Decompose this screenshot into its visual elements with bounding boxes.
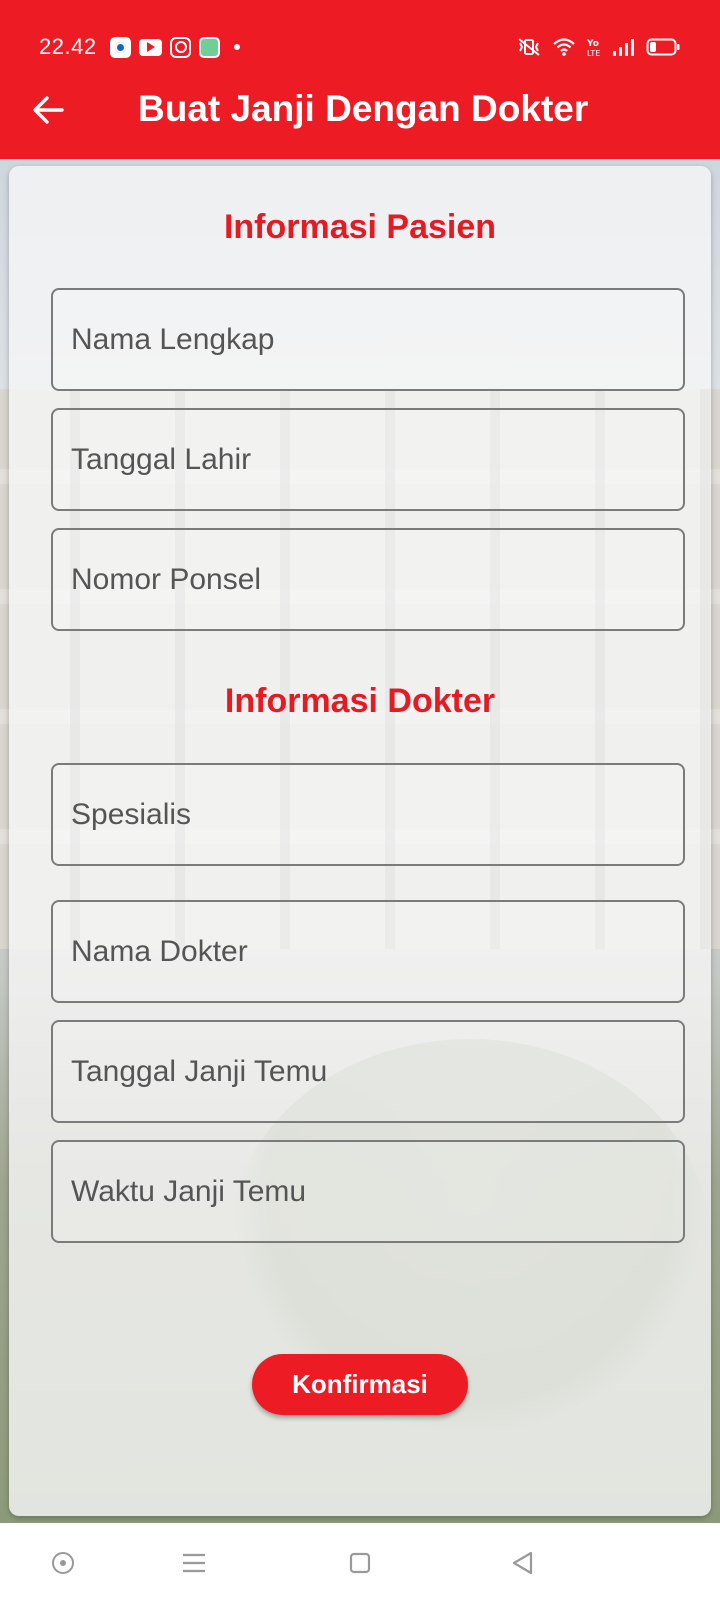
back-icon [512,1551,533,1575]
vibrate-icon [516,37,542,57]
appointment-form-card: Informasi Pasien Informasi Dokter Konfir… [9,166,711,1516]
home-icon [349,1552,371,1574]
app-bar: Buat Janji Dengan Dokter [0,80,720,159]
dot-icon [234,44,240,50]
status-bar: 22.42 Yo LTE [0,0,720,92]
doctor-section-title: Informasi Dokter [224,682,496,720]
patient-section-title: Informasi Pasien [223,208,497,246]
volte-icon: Yo LTE [586,37,602,57]
top-bar: 22.42 Yo LTE Buat Janji Dengan Dokter [0,0,720,159]
signal-icon [612,37,636,57]
svg-text:Yo: Yo [586,39,599,49]
browser-icon [110,36,131,58]
full-name-input[interactable] [51,288,685,391]
phone-input[interactable] [51,528,685,631]
status-time: 22.42 [39,34,97,59]
notification-icons [110,36,240,58]
youtube-icon [139,38,162,56]
instagram-icon [170,36,191,58]
wifi-icon [552,37,576,57]
system-icons: Yo LTE [516,36,680,58]
assistant-button[interactable] [43,1543,83,1583]
appointment-date-input[interactable] [51,1020,685,1123]
confirm-button[interactable]: Konfirmasi [252,1354,468,1415]
battery-icon [646,37,680,57]
recents-icon [183,1553,205,1573]
doctor-name-input[interactable] [51,900,685,1003]
specialist-input[interactable] [51,763,685,866]
assistant-icon [52,1552,74,1574]
nav-back-button[interactable] [502,1543,542,1583]
arrow-left-icon [33,96,64,124]
back-button[interactable] [28,90,68,130]
appointment-time-input[interactable] [51,1140,685,1243]
birth-date-input[interactable] [51,408,685,511]
page-title: Buat Janji Dengan Dokter [138,88,589,129]
system-nav-bar [0,1523,720,1600]
app-icon [199,36,220,58]
home-button[interactable] [340,1543,380,1583]
svg-text:LTE: LTE [587,49,600,57]
recents-button[interactable] [174,1543,214,1583]
